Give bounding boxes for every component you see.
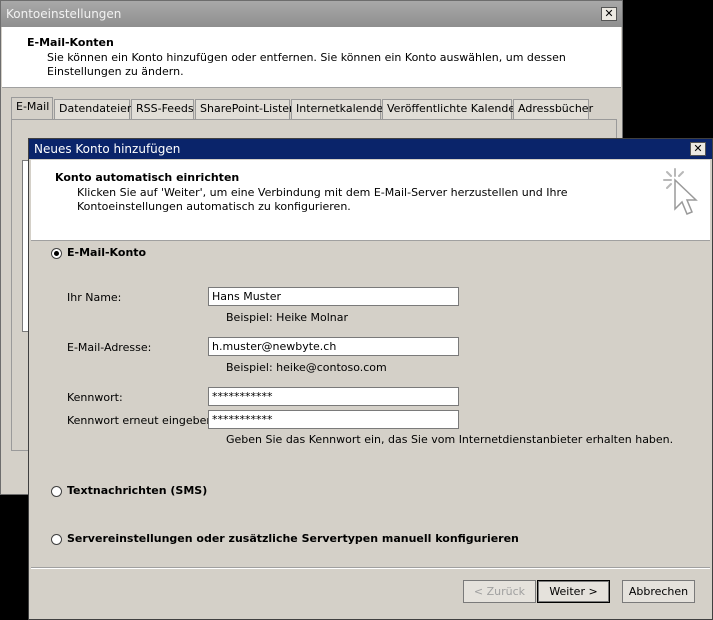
email-address-input[interactable]: h.muster@newbyte.ch: [208, 337, 459, 356]
cancel-button[interactable]: Abbrechen: [622, 580, 695, 603]
name-label: Ihr Name:: [67, 291, 122, 304]
tab-published-calendars[interactable]: Veröffentlichte Kalender: [382, 99, 520, 119]
manual-config-radio[interactable]: [51, 533, 62, 545]
password-repeat-label: Kennwort erneut eingeben:: [67, 414, 218, 427]
tab-internet-calendars[interactable]: Internetkalender: [291, 99, 388, 119]
auto-setup-heading: Konto automatisch einrichten: [55, 171, 240, 184]
manual-config-label: Servereinstellungen oder zusätzliche Ser…: [67, 532, 519, 545]
add-account-dialog: Neues Konto hinzufügen ✕ Konto automatis…: [28, 138, 713, 620]
email-account-option[interactable]: E-Mail-Konto: [51, 246, 146, 259]
next-button[interactable]: Weiter >: [537, 580, 610, 603]
email-address-label: E-Mail-Adresse:: [67, 341, 152, 354]
sms-option[interactable]: Textnachrichten (SMS): [51, 484, 207, 497]
name-input[interactable]: Hans Muster: [208, 287, 459, 306]
back-button[interactable]: < Zurück: [463, 580, 536, 603]
sms-radio[interactable]: [51, 485, 62, 497]
dialog-header: Konto automatisch einrichten Klicken Sie…: [31, 160, 710, 241]
account-settings-title: Kontoeinstellungen: [1, 1, 622, 27]
manual-config-option[interactable]: Servereinstellungen oder zusätzliche Ser…: [51, 532, 519, 545]
account-settings-close-button[interactable]: ✕: [601, 7, 617, 21]
password-repeat-input[interactable]: ***********: [208, 410, 459, 429]
email-account-radio[interactable]: [51, 247, 62, 259]
tab-rss-feeds[interactable]: RSS-Feeds: [131, 99, 194, 119]
tab-sharepoint-lists[interactable]: SharePoint-Listen: [195, 99, 296, 119]
email-accounts-description: Sie können ein Konto hinzufügen oder ent…: [47, 51, 566, 78]
cursor-sparkle-icon: [663, 168, 698, 215]
email-address-hint: Beispiel: heike@contoso.com: [226, 361, 387, 374]
email-accounts-heading: E-Mail-Konten: [27, 36, 114, 49]
tab-data-files[interactable]: Datendateien: [54, 99, 134, 119]
password-label: Kennwort:: [67, 391, 123, 404]
password-hint: Geben Sie das Kennwort ein, das Sie vom …: [226, 433, 674, 446]
tab-address-books[interactable]: Adressbücher: [513, 99, 593, 119]
add-account-close-button[interactable]: ✕: [690, 142, 706, 156]
password-input[interactable]: ***********: [208, 387, 459, 406]
sms-label: Textnachrichten (SMS): [67, 484, 208, 497]
account-settings-header: E-Mail-Konten Sie können ein Konto hinzu…: [2, 27, 621, 88]
email-account-label: E-Mail-Konto: [67, 246, 147, 259]
name-hint: Beispiel: Heike Molnar: [226, 311, 349, 324]
tab-email[interactable]: E-Mail: [11, 97, 53, 120]
add-account-title: Neues Konto hinzufügen: [29, 139, 712, 159]
button-divider: [31, 567, 710, 569]
auto-setup-description: Klicken Sie auf 'Weiter', um eine Verbin…: [77, 186, 568, 213]
